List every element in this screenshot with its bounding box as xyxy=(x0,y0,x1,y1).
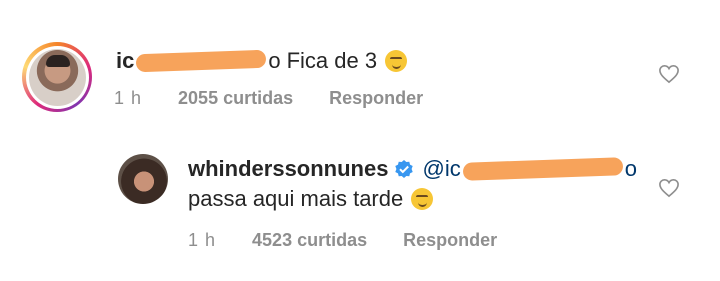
avatar[interactable] xyxy=(118,154,168,204)
reply-button[interactable]: Responder xyxy=(403,230,497,251)
timestamp: 1 h xyxy=(188,230,217,250)
likes-count-link[interactable]: 4523 curtidas xyxy=(252,230,367,251)
heart-icon[interactable] xyxy=(658,178,680,198)
comment-1: ic o Fica de 3 1 h 2055 curtidas Respond… xyxy=(0,36,720,126)
comment-meta: 1 h 4523 curtidas Responder xyxy=(188,230,497,251)
avatar-story-ring[interactable] xyxy=(22,42,92,112)
smirking-face-emoji-icon xyxy=(411,188,434,210)
mention-link[interactable]: @ic xyxy=(422,156,460,182)
username-link[interactable]: whinderssonnunes xyxy=(188,156,388,182)
comment-text: passa aqui mais tarde xyxy=(188,186,404,211)
comment-1-line: ic o Fica de 3 xyxy=(116,48,408,74)
avatar xyxy=(28,48,86,106)
heart-icon[interactable] xyxy=(658,64,680,84)
mention-suffix: o xyxy=(624,156,637,181)
username-link[interactable]: ic xyxy=(116,48,134,74)
comment-meta: 1 h 2055 curtidas Responder xyxy=(114,88,423,109)
redaction-mark xyxy=(462,157,623,181)
verified-badge-icon xyxy=(395,160,414,178)
comment-reply: whinderssonnunes @ic o passa aqui mais t… xyxy=(0,148,720,258)
username-suffix: o xyxy=(268,48,281,73)
comment-reply-body: passa aqui mais tarde xyxy=(188,186,434,212)
comment-reply-header: whinderssonnunes @ic o xyxy=(188,156,637,182)
redaction-mark xyxy=(136,49,267,73)
comment-text: Fica de 3 xyxy=(286,48,378,73)
smirking-face-emoji-icon xyxy=(385,50,408,72)
reply-button[interactable]: Responder xyxy=(329,88,423,109)
timestamp: 1 h xyxy=(114,88,143,108)
likes-count-link[interactable]: 2055 curtidas xyxy=(178,88,293,109)
